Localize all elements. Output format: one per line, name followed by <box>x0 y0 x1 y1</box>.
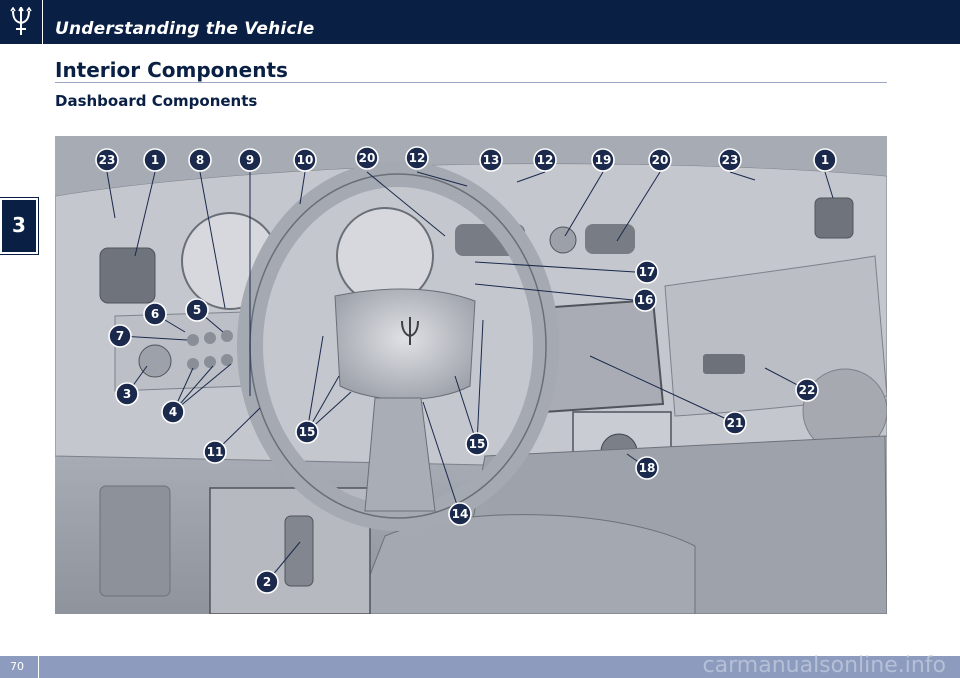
callout-15-left: 15 <box>295 420 319 444</box>
steering-wheel-hub <box>334 288 476 400</box>
svg-text:1: 1 <box>151 153 159 167</box>
callout-1-right: 1 <box>813 148 837 172</box>
switch-button-e <box>204 356 216 368</box>
svg-text:6: 6 <box>151 307 159 321</box>
callout-15-right: 15 <box>465 432 489 456</box>
callout-12-left: 12 <box>405 146 429 170</box>
callout-8: 8 <box>188 148 212 172</box>
callout-17: 17 <box>635 260 659 284</box>
accelerator-pedal <box>284 515 314 587</box>
callout-18: 18 <box>635 456 659 480</box>
callout-23-right: 23 <box>718 148 742 172</box>
callout-16: 16 <box>633 288 657 312</box>
left-vent <box>99 247 156 304</box>
svg-text:15: 15 <box>469 437 486 451</box>
svg-text:1: 1 <box>821 153 829 167</box>
callout-6: 6 <box>143 302 167 326</box>
svg-text:14: 14 <box>452 507 469 521</box>
callout-23-left: 23 <box>95 148 119 172</box>
brand-logo <box>0 0 43 44</box>
section-divider <box>55 82 887 83</box>
svg-text:5: 5 <box>193 303 201 317</box>
subsection-title: Dashboard Components <box>55 92 258 110</box>
callout-13: 13 <box>479 148 503 172</box>
svg-text:20: 20 <box>359 151 376 165</box>
callout-4: 4 <box>161 400 185 424</box>
svg-text:10: 10 <box>297 153 314 167</box>
switch-button-f <box>221 354 233 366</box>
callout-3: 3 <box>115 382 139 406</box>
svg-text:22: 22 <box>799 383 816 397</box>
callout-1-left: 1 <box>143 148 167 172</box>
callout-11: 11 <box>203 440 227 464</box>
svg-text:16: 16 <box>637 293 654 307</box>
glovebox-handle <box>703 354 745 374</box>
page-footer: 70 carmanualsonline.info <box>0 653 960 678</box>
svg-text:7: 7 <box>116 329 124 343</box>
svg-text:23: 23 <box>99 153 116 167</box>
svg-text:11: 11 <box>207 445 224 459</box>
watermark-text: carmanualsonline.info <box>702 653 946 678</box>
page-header: Understanding the Vehicle <box>0 0 960 44</box>
callout-10: 10 <box>293 148 317 172</box>
svg-text:12: 12 <box>537 153 554 167</box>
section-title: Interior Components <box>55 58 288 82</box>
callout-21: 21 <box>723 411 747 435</box>
svg-text:13: 13 <box>483 153 500 167</box>
dashboard-illustration: 23 1 8 9 10 20 12 13 12 19 20 23 1 17 16… <box>55 136 887 614</box>
svg-text:18: 18 <box>639 461 656 475</box>
callout-14: 14 <box>448 502 472 526</box>
svg-text:21: 21 <box>727 416 744 430</box>
svg-text:20: 20 <box>652 153 669 167</box>
callout-20-right: 20 <box>648 148 672 172</box>
svg-text:3: 3 <box>123 387 131 401</box>
callout-5: 5 <box>185 298 209 322</box>
chapter-title: Understanding the Vehicle <box>55 19 315 39</box>
svg-text:19: 19 <box>595 153 612 167</box>
callout-19: 19 <box>591 148 615 172</box>
callout-9: 9 <box>238 148 262 172</box>
callout-22: 22 <box>795 378 819 402</box>
switch-button-a <box>187 334 199 346</box>
analog-clock <box>549 226 577 254</box>
light-switch-knob <box>138 344 172 378</box>
floor-mat <box>99 485 171 597</box>
svg-text:23: 23 <box>722 153 739 167</box>
callout-7: 7 <box>108 324 132 348</box>
callout-2: 2 <box>255 570 279 594</box>
svg-text:8: 8 <box>196 153 204 167</box>
callout-12-right: 12 <box>533 148 557 172</box>
switch-button-b <box>204 332 216 344</box>
page-number: 70 <box>10 660 24 673</box>
svg-text:4: 4 <box>169 405 177 419</box>
chapter-tab[interactable]: 3 <box>0 198 38 254</box>
left-switch-panel <box>114 311 246 392</box>
chapter-tab-number: 3 <box>12 213 26 237</box>
svg-text:15: 15 <box>299 425 316 439</box>
svg-text:17: 17 <box>639 265 656 279</box>
trident-logo-icon <box>10 7 32 35</box>
right-vent <box>814 197 854 239</box>
svg-text:9: 9 <box>246 153 254 167</box>
callout-20-left: 20 <box>355 146 379 170</box>
footer-divider <box>38 656 39 678</box>
svg-text:12: 12 <box>409 151 426 165</box>
center-vent-right <box>585 224 635 254</box>
svg-text:2: 2 <box>263 575 271 589</box>
